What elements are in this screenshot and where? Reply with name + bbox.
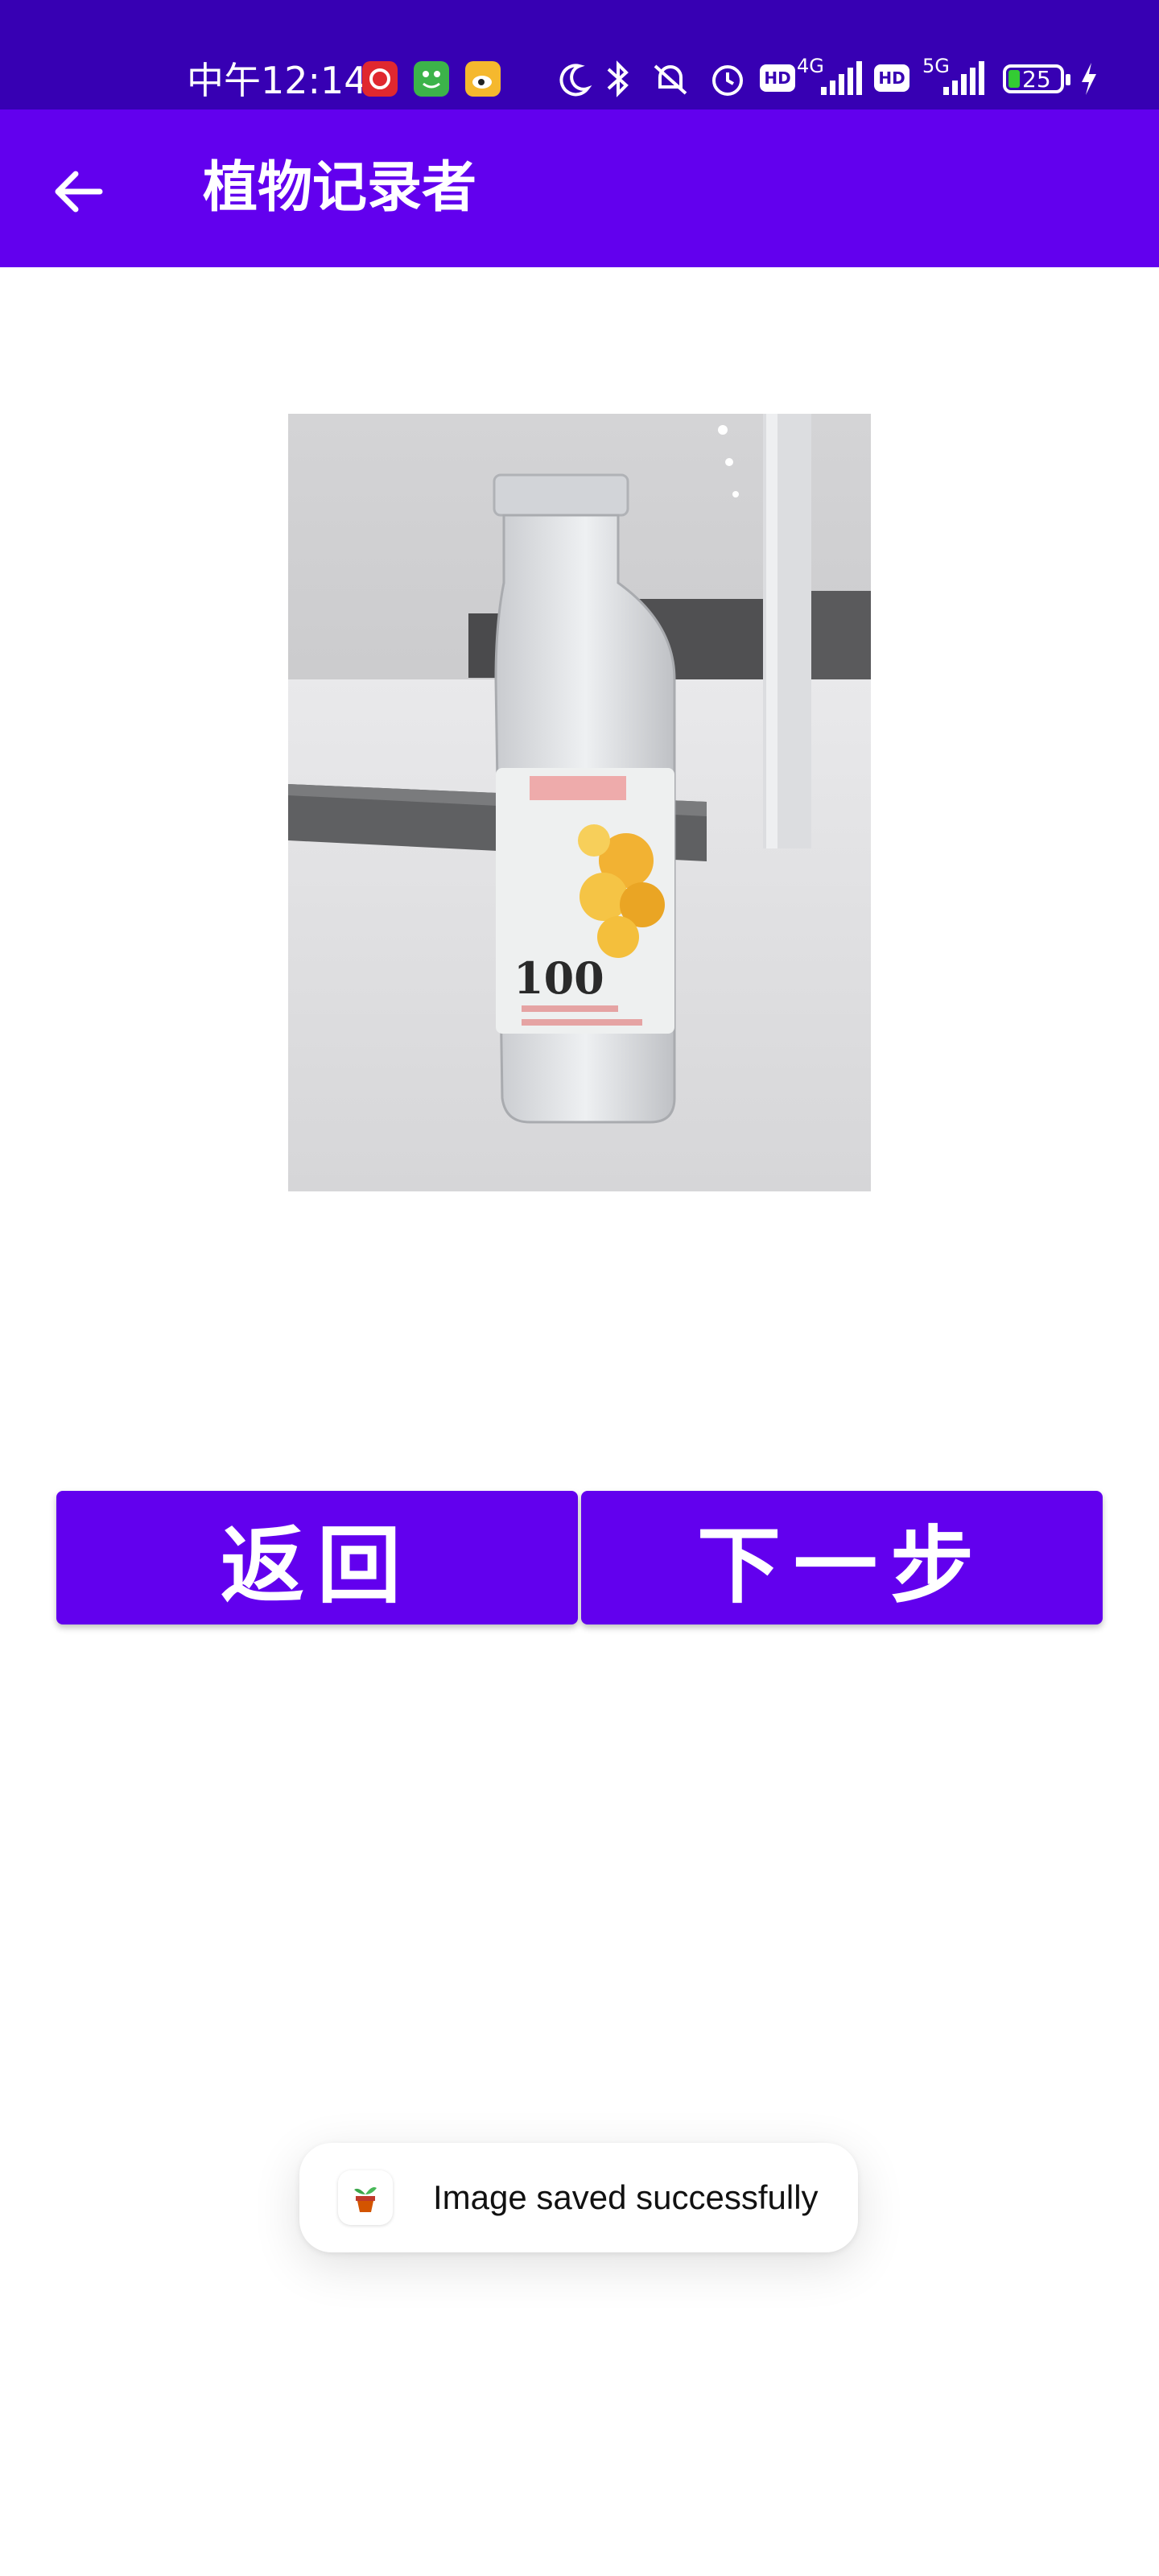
- battery-tip: [1066, 74, 1070, 85]
- app-title: 植物记录者: [203, 156, 477, 220]
- toast-message: Image saved successfully: [433, 2178, 819, 2216]
- status-bar: 中午12:14 HD 4G HD 5G 25: [0, 0, 1159, 109]
- signal-icon-2: [943, 61, 984, 95]
- battery-fill: [1008, 70, 1020, 88]
- signal-icon: [821, 61, 862, 95]
- netease-music-icon: [362, 61, 398, 97]
- back-button[interactable]: 返回: [56, 1491, 578, 1624]
- next-step-button[interactable]: 下一步: [581, 1491, 1103, 1624]
- app-bar: 植物记录者: [0, 109, 1159, 267]
- hd-badge-2: HD: [874, 64, 909, 92]
- moon-icon: [559, 64, 592, 97]
- weibo-icon: [465, 61, 501, 97]
- bottle-label-text: 100: [514, 952, 604, 1004]
- bluetooth-icon: [607, 60, 629, 97]
- toast-notification: Image saved successfully: [299, 2143, 858, 2252]
- alarm-icon: [712, 65, 743, 96]
- plant-pot-icon: [338, 2170, 393, 2225]
- battery-icon: 25: [1003, 64, 1070, 93]
- arrow-left-icon[interactable]: [47, 159, 111, 224]
- hd-badge: HD: [760, 64, 795, 92]
- battery-level: 25: [1022, 66, 1051, 93]
- mute-bell-icon: [654, 64, 687, 95]
- status-time: 中午12:14: [187, 59, 368, 102]
- frog-app-icon: [414, 61, 449, 97]
- captured-photo: 100: [288, 414, 871, 1191]
- charging-bolt-icon: [1082, 63, 1096, 95]
